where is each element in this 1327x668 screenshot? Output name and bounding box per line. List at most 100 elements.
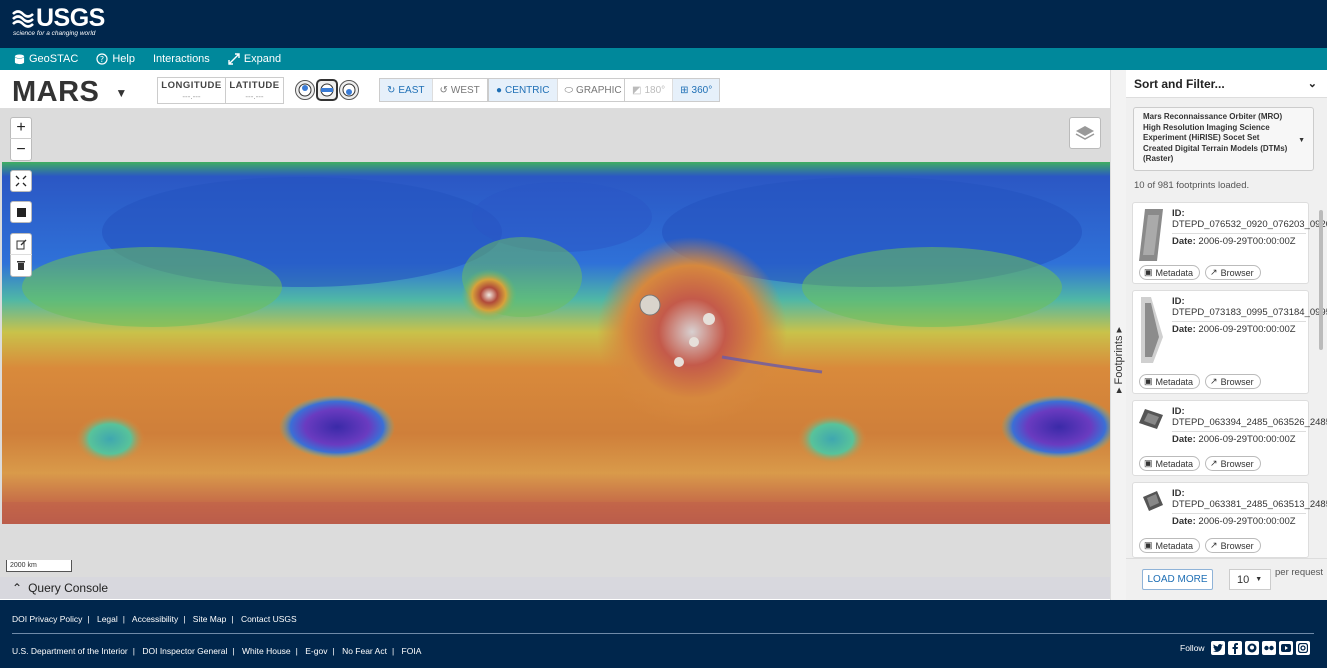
footer-link-privacy[interactable]: DOI Privacy Policy [12, 614, 82, 624]
footprint-date: Date: 2006-09-29T00:00:00Z [1172, 434, 1296, 445]
plus-square-icon: ⊞ [680, 84, 689, 96]
footprint-card[interactable]: ID: DTEPD_073183_0995_073184_0995_A01 Da… [1132, 290, 1327, 394]
metadata-icon: ▣ [1144, 540, 1153, 550]
usgs-wave-icon [12, 10, 34, 28]
sort-filter-toggle[interactable]: Sort and Filter... ⌄ [1126, 70, 1327, 98]
per-request-select[interactable]: 10 ▼ [1229, 569, 1271, 590]
edit-button[interactable] [10, 234, 32, 256]
github-icon[interactable] [1244, 641, 1259, 655]
mars-elevation-map[interactable] [2, 162, 1110, 524]
metadata-button[interactable]: ▣ Metadata [1139, 374, 1201, 389]
usgs-logo[interactable]: USGS science for a changing world [12, 5, 105, 37]
footer-link-contact[interactable]: Contact USGS [241, 614, 297, 624]
longitude-direction-toggle: ↻ EAST ↺ WEST [379, 78, 488, 102]
footer-link-legal[interactable]: Legal [97, 614, 118, 624]
loaded-count: 10 of 981 footprints loaded. [1134, 180, 1250, 191]
latitude-display: LATITUDE ---.--- [225, 77, 284, 104]
planet-name: MARS [12, 76, 100, 108]
north-polar-projection-button[interactable] [295, 80, 315, 100]
metadata-button[interactable]: ▣ Metadata [1139, 538, 1201, 553]
longitude-value: ---.--- [182, 92, 201, 101]
nav-expand[interactable]: Expand [228, 53, 281, 65]
footprint-card[interactable]: ID: DTEPD_076532_0920_076203_0920_A01 Da… [1132, 202, 1327, 284]
footer-link-doi[interactable]: U.S. Department of the Interior [12, 646, 128, 656]
metadata-icon: ▣ [1144, 376, 1153, 386]
browser-button[interactable]: ↗ Browser [1205, 265, 1261, 280]
facebook-icon[interactable] [1227, 641, 1242, 655]
footer-link-accessibility[interactable]: Accessibility [132, 614, 178, 624]
footer-link-no-fear-act[interactable]: No Fear Act [342, 646, 387, 656]
map-toolbar: MARS ▼ LONGITUDE ---.--- LATITUDE ---.--… [0, 70, 1110, 109]
scrollbar-thumb[interactable] [1319, 210, 1323, 350]
west-option[interactable]: ↺ WEST [433, 79, 487, 101]
load-more-button[interactable]: LOAD MORE [1142, 569, 1213, 590]
usgs-footer: DOI Privacy Policy | Legal | Accessibility… [0, 600, 1327, 668]
east-option[interactable]: ↻ EAST [380, 79, 433, 101]
layers-icon [1075, 126, 1095, 140]
footprint-date: Date: 2006-09-29T00:00:00Z [1172, 516, 1296, 527]
planet-selector[interactable]: MARS ▼ [12, 76, 128, 109]
range-360-label: 360° [691, 84, 713, 96]
longitude-range-toggle: ◩ 180° ⊞ 360° [624, 78, 721, 102]
nav-interactions-label: Interactions [152, 53, 210, 65]
nav-geostac[interactable]: GeoSTAC [14, 53, 78, 65]
nav-help[interactable]: ? Help [96, 53, 135, 65]
footprint-list[interactable]: ID: DTEPD_076532_0920_076203_0920_A01 Da… [1126, 198, 1327, 558]
database-icon [14, 53, 25, 64]
scale-bar: 2000 km [6, 560, 72, 572]
ellipse-icon: ⬭ [564, 84, 574, 96]
footer-links-primary: DOI Privacy Policy | Legal | Accessibility… [12, 614, 297, 624]
delete-button[interactable] [10, 255, 32, 276]
cylindrical-projection-button[interactable] [316, 79, 338, 101]
footprint-id: ID: DTEPD_063381_2485_063513_2485_A01 [1172, 488, 1327, 510]
footer-link-egov[interactable]: E-gov [305, 646, 327, 656]
range-180-option[interactable]: ◩ 180° [625, 79, 674, 101]
twitter-icon[interactable] [1210, 641, 1225, 655]
expand-extent-icon [15, 175, 27, 187]
sort-filter-label: Sort and Filter... [1134, 76, 1225, 91]
metadata-button[interactable]: ▣ Metadata [1139, 456, 1201, 471]
flickr-icon[interactable] [1261, 641, 1276, 655]
range-360-option[interactable]: ⊞ 360° [673, 79, 720, 101]
east-label: EAST [398, 84, 425, 96]
svg-text:?: ? [100, 55, 104, 64]
footprint-card[interactable]: ID: DTEPD_063394_2485_063526_2485_A01 Da… [1132, 400, 1327, 476]
graphic-option[interactable]: ⬭ GRAPHIC [558, 79, 629, 101]
west-label: WEST [450, 84, 480, 96]
instagram-icon[interactable] [1295, 641, 1310, 655]
help-circle-icon: ? [96, 53, 108, 65]
browser-button[interactable]: ↗ Browser [1205, 456, 1261, 471]
footer-link-sitemap[interactable]: Site Map [193, 614, 227, 624]
browser-button[interactable]: ↗ Browser [1205, 538, 1261, 553]
centric-option[interactable]: ● CENTRIC [489, 79, 558, 101]
browser-button[interactable]: ↗ Browser [1205, 374, 1261, 389]
footprint-card[interactable]: ID: DTEPD_063381_2485_063513_2485_A01 Da… [1132, 482, 1327, 558]
query-console-label: Query Console [28, 581, 109, 595]
footer-link-foia[interactable]: FOIA [402, 646, 422, 656]
layers-button[interactable] [1069, 117, 1101, 149]
map-viewport[interactable]: + − 2000 km [0, 109, 1110, 577]
per-request-label: per request [1275, 567, 1324, 578]
footprint-list-scrollbar[interactable] [1317, 198, 1325, 558]
footprints-tab[interactable]: ▸ Footprints ▸ [1110, 70, 1126, 600]
metadata-button[interactable]: ▣ Metadata [1139, 265, 1201, 280]
footprint-thumbnail [1139, 407, 1163, 431]
square-icon [16, 207, 26, 217]
zoom-in-button[interactable]: + [10, 118, 32, 140]
youtube-icon[interactable] [1278, 641, 1293, 655]
zoom-controls: + − [10, 117, 32, 161]
query-console-toggle[interactable]: ⌃ Query Console [0, 577, 1110, 599]
zoom-out-button[interactable]: − [10, 139, 32, 160]
south-polar-projection-button[interactable] [339, 80, 359, 100]
footer-link-white-house[interactable]: White House [242, 646, 291, 656]
collection-select[interactable]: Mars Reconnaissance Orbiter (MRO) High R… [1133, 107, 1314, 171]
footprint-id: ID: DTEPD_063394_2485_063526_2485_A01 [1172, 406, 1327, 428]
nav-interactions[interactable]: Interactions [153, 53, 210, 65]
footprint-date: Date: 2006-09-29T00:00:00Z [1172, 324, 1296, 335]
range-180-label: 180° [644, 84, 666, 96]
footer-link-inspector-general[interactable]: DOI Inspector General [142, 646, 227, 656]
caret-down-icon: ▼ [1298, 137, 1305, 144]
draw-rectangle-button[interactable] [10, 201, 32, 223]
home-extent-button[interactable] [10, 170, 32, 192]
usgs-logo-tagline: science for a changing world [13, 30, 96, 37]
